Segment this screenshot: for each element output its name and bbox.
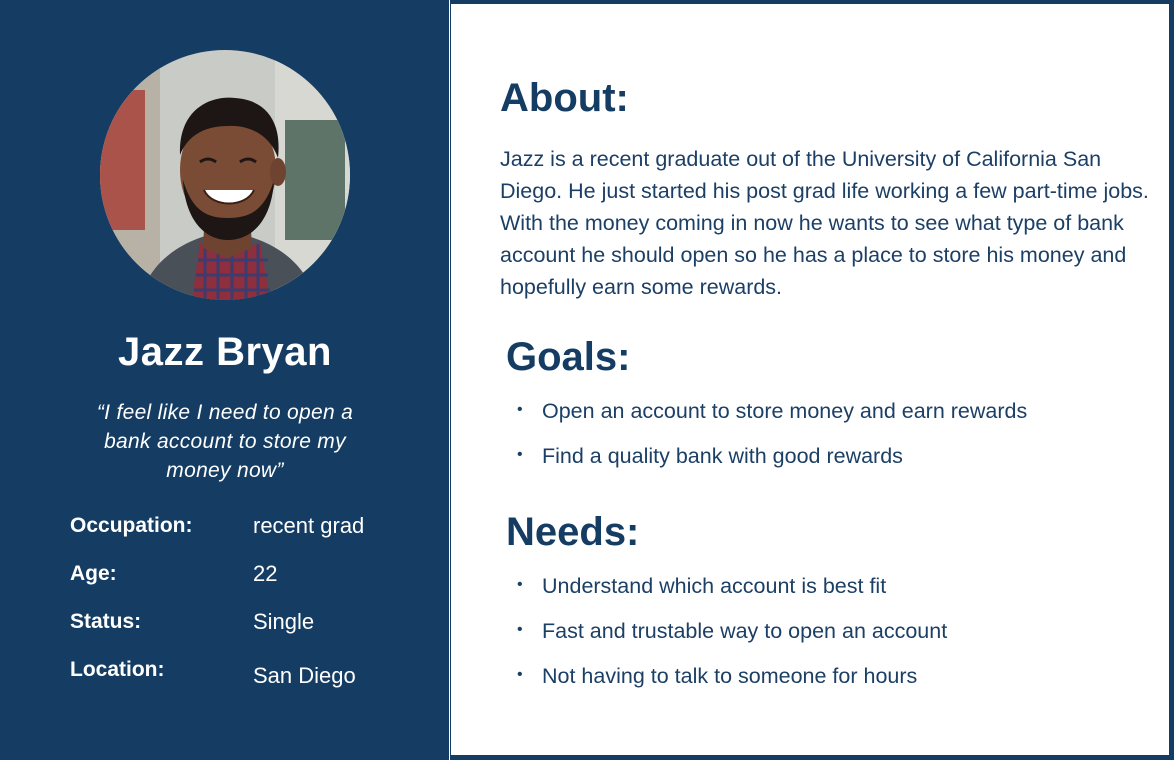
occupation-value: recent grad (253, 513, 365, 538)
occupation-label: Occupation: (70, 514, 193, 537)
profile-panel: Jazz Bryan “I feel like I need to open a… (0, 0, 450, 760)
bullet-icon: • (517, 401, 523, 418)
about-text: Jazz is a recent graduate out of the Uni… (500, 147, 1149, 299)
goal-text: Find a quality bank with good rewards (542, 444, 903, 468)
list-item: • Understand which account is best fit (517, 572, 947, 617)
list-item: • Not having to talk to someone for hour… (517, 662, 947, 707)
goals-list: • Open an account to store money and ear… (517, 397, 1027, 487)
list-item: • Open an account to store money and ear… (517, 397, 1027, 442)
persona-quote: “I feel like I need to open a bank accou… (96, 401, 354, 482)
location-value: San Diego (253, 663, 356, 688)
age-value: 22 (253, 561, 278, 586)
bullet-icon: • (517, 621, 523, 638)
needs-list: • Understand which account is best fit •… (517, 572, 947, 707)
goal-text: Open an account to store money and earn … (542, 399, 1028, 423)
needs-heading: Needs: (506, 510, 640, 554)
need-text: Not having to talk to someone for hours (542, 664, 918, 688)
details-panel: About: Jazz is a recent graduate out of … (451, 4, 1169, 755)
need-text: Fast and trustable way to open an accoun… (542, 619, 948, 643)
persona-card: Jazz Bryan “I feel like I need to open a… (0, 0, 1174, 760)
bullet-icon: • (517, 576, 523, 593)
persona-name: Jazz Bryan (118, 330, 332, 374)
list-item: • Find a quality bank with good rewards (517, 442, 1027, 487)
goals-heading: Goals: (506, 335, 631, 379)
age-label: Age: (70, 562, 117, 585)
location-label: Location: (70, 658, 165, 681)
status-value: Single (253, 609, 315, 634)
need-text: Understand which account is best fit (542, 574, 887, 598)
bullet-icon: • (517, 666, 523, 683)
list-item: • Fast and trustable way to open an acco… (517, 617, 947, 662)
profile-photo (100, 50, 350, 300)
about-heading: About: (500, 76, 629, 120)
status-label: Status: (70, 610, 142, 633)
bullet-icon: • (517, 446, 523, 463)
